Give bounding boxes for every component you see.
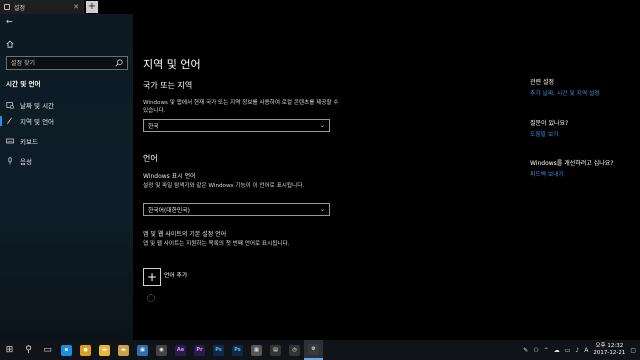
additional-date-time-region-link[interactable]: 추가 날짜, 시간 및 지역 설정 <box>530 88 600 97</box>
preferred-language-description: 앱 및 웹 사이트는 지원하는 목록의 첫 번째 언어로 표시됩니다. <box>143 241 290 247</box>
title-bar: 설정 ✕ + <box>0 0 640 14</box>
page-title: 지역 및 언어 <box>143 58 201 71</box>
chrome-icon: ● <box>80 344 91 356</box>
search-icon[interactable]: ⚲ <box>19 340 38 360</box>
sidebar-item-label: 음성 <box>20 158 32 166</box>
photoshop-icon: Ps <box>232 344 243 356</box>
add-language-label[interactable]: 언어 추가 <box>164 270 187 279</box>
taskbar-app-camera[interactable]: ◉ <box>152 340 171 360</box>
display-language-label: Windows 표시 언어 <box>143 173 196 180</box>
home-icon <box>6 40 14 48</box>
sidebar-item-label: 날짜 및 시간 <box>20 102 55 110</box>
sidebar-item-speech[interactable]: 음성 <box>0 154 133 168</box>
sidebar-section-title: 시간 및 언어 <box>6 80 41 88</box>
pen-icon[interactable]: ✎ <box>523 347 528 354</box>
taskbar-app-clock[interactable]: ◷ <box>285 340 304 360</box>
taskbar-app-film[interactable]: ▤ <box>266 340 285 360</box>
add-language-button[interactable]: + <box>143 268 161 286</box>
task-view-icon[interactable]: ▭ <box>38 340 57 360</box>
folder-icon: ▬ <box>118 344 129 356</box>
taskbar-app-chrome[interactable]: ● <box>76 340 95 360</box>
region-dropdown[interactable]: 한국 ⌄ <box>143 119 330 132</box>
camera-icon: ◉ <box>156 344 167 356</box>
sidebar: ← 시간 및 언어 날짜 및 시간 지역 및 언어 키보드 <box>0 14 133 340</box>
get-help-link[interactable]: 도움말 보기 <box>530 129 559 138</box>
sidebar-item-region-language[interactable]: 지역 및 언어 <box>0 114 133 128</box>
chevron-down-icon: ⌄ <box>319 206 325 213</box>
new-tab-button[interactable]: + <box>86 1 98 13</box>
search-input[interactable] <box>11 58 115 68</box>
network-icon[interactable]: ▭ <box>565 347 571 354</box>
related-settings-heading: 관련 설정 <box>530 79 554 86</box>
photoshop-icon: Ps <box>213 344 224 356</box>
taskbar-app-store[interactable]: ▣ <box>133 340 152 360</box>
search-icon[interactable] <box>115 59 123 67</box>
question-heading: 질문이 있나요? <box>530 120 569 127</box>
taskbar-app-edge[interactable]: e <box>57 340 76 360</box>
chevron-up-icon[interactable]: ⌃ <box>544 347 549 354</box>
taskbar-app-file-explorer[interactable]: ▬ <box>95 340 114 360</box>
improve-windows-heading: Windows를 개선하려고 십나요? <box>530 160 614 167</box>
tab-settings[interactable]: 설정 ✕ <box>0 0 84 14</box>
store-icon: ▣ <box>137 344 148 356</box>
preferred-language-label: 앱 및 웹 사이트의 기본 설정 언어 <box>143 231 227 238</box>
clock-time: 오후 12:32 <box>595 343 624 349</box>
region-heading: 국가 또는 지역 <box>143 81 193 90</box>
taskbar-app-after-effects[interactable]: Ae <box>171 340 190 360</box>
display-language-dropdown[interactable]: 한국어(대한민국) ⌄ <box>143 203 330 216</box>
pen-globe-icon <box>7 117 12 125</box>
people-icon[interactable]: ⚇ <box>533 347 538 354</box>
clock-date: 2017-12-21 <box>593 350 626 356</box>
display-language-description: 설정 및 파일 탐색기와 같은 Windows 기능이 이 언어로 표시됩니다. <box>143 183 305 189</box>
language-heading: 언어 <box>143 154 158 163</box>
taskbar-app-photoshop[interactable]: Ps <box>209 340 228 360</box>
taskbar-app-calculator[interactable]: ▦ <box>247 340 266 360</box>
gear-icon: ⚙ <box>308 343 319 355</box>
home-button[interactable] <box>6 40 126 52</box>
sidebar-item-label: 지역 및 언어 <box>20 118 55 126</box>
back-arrow-icon[interactable]: ← <box>6 17 16 27</box>
sidebar-item-keyboard[interactable]: 키보드 <box>0 134 133 148</box>
region-dropdown-value: 한국 <box>148 124 159 130</box>
tab-label: 설정 <box>14 4 26 12</box>
after-effects-icon: Ae <box>175 344 186 356</box>
sidebar-item-date-time[interactable]: 날짜 및 시간 <box>0 98 133 112</box>
system-tray: ✎ ⚇ ⌃ ☁ ▭ ♪ A 오후 12:32 2017-12-21 ▢ <box>523 340 636 360</box>
taskbar-app-settings[interactable]: ⚙ <box>304 340 323 360</box>
file-explorer-icon: ▬ <box>99 344 110 356</box>
film-icon: ▤ <box>270 344 281 356</box>
clock[interactable]: 오후 12:32 2017-12-21 <box>593 343 625 357</box>
search-box[interactable] <box>6 56 128 70</box>
taskbar-app-folder[interactable]: ▬ <box>114 340 133 360</box>
calculator-icon: ▦ <box>251 344 262 356</box>
display-language-value: 한국어(대한민국) <box>148 208 190 214</box>
feedback-link[interactable]: 피드백 보내기 <box>530 169 564 178</box>
taskbar-app-premiere[interactable]: Pr <box>190 340 209 360</box>
microphone-icon <box>8 157 12 165</box>
calendar-clock-icon <box>6 102 14 109</box>
close-icon[interactable]: ✕ <box>73 3 83 11</box>
settings-window-icon <box>4 4 10 10</box>
notification-icon[interactable]: ▢ <box>630 347 636 354</box>
keyboard-icon <box>6 138 14 144</box>
premiere-icon: Pr <box>194 344 205 356</box>
taskbar-app-photoshop-2[interactable]: Ps <box>228 340 247 360</box>
loading-spinner-icon <box>147 294 155 302</box>
start-button[interactable]: ⊞ <box>0 340 19 360</box>
region-description: Windows 및 앱에서 현재 국가 또는 지역 정보를 사용하여 로컬 콘텐… <box>143 100 339 114</box>
sidebar-item-label: 키보드 <box>20 138 38 146</box>
taskbar: ⊞ ⚲ ▭ e ● ▬ ▬ ▣ ◉ Ae Pr Ps Ps ▦ ▤ ◷ ⚙ ✎ … <box>0 340 640 360</box>
clock-icon: ◷ <box>289 344 300 356</box>
cloud-icon[interactable]: ☁ <box>554 347 560 354</box>
chevron-down-icon: ⌄ <box>319 122 325 129</box>
edge-icon: e <box>61 344 72 356</box>
volume-icon[interactable]: ♪ <box>575 347 579 354</box>
ime-icon[interactable]: A <box>584 347 588 354</box>
